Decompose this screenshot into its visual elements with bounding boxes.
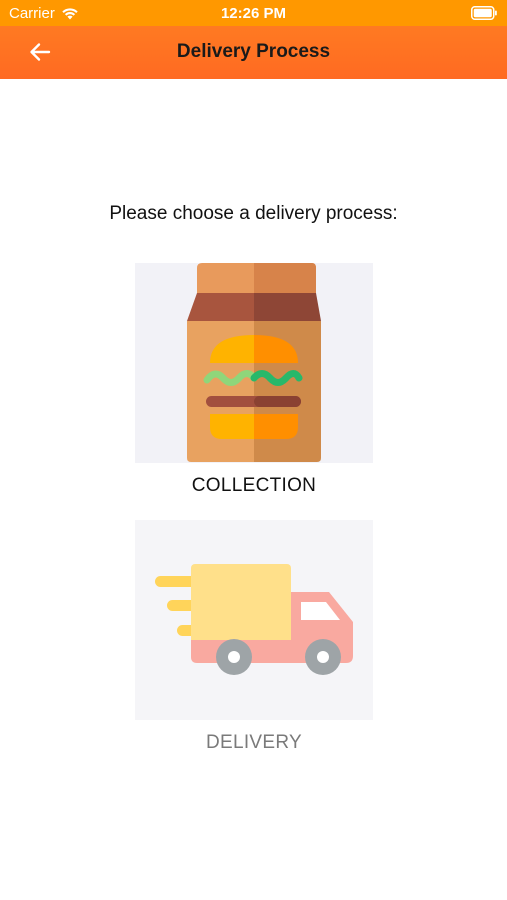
screen: Carrier 12:26 PM Delivery Process Please… [0,0,507,900]
status-time: 12:26 PM [220,5,287,22]
app-bar: Delivery Process [0,26,507,79]
battery-icon [471,6,497,20]
delivery-label: DELIVERY [205,732,303,753]
burger-bag-icon [135,263,373,463]
collection-label: COLLECTION [191,475,317,496]
delivery-option[interactable]: DELIVERY [135,520,373,754]
delivery-truck-icon [135,520,373,720]
status-bar: Carrier 12:26 PM [0,0,507,26]
collection-option[interactable]: COLLECTION [135,263,373,497]
delivery-prompt: Please choose a delivery process: [109,203,398,224]
page-title: Delivery Process [176,41,331,62]
